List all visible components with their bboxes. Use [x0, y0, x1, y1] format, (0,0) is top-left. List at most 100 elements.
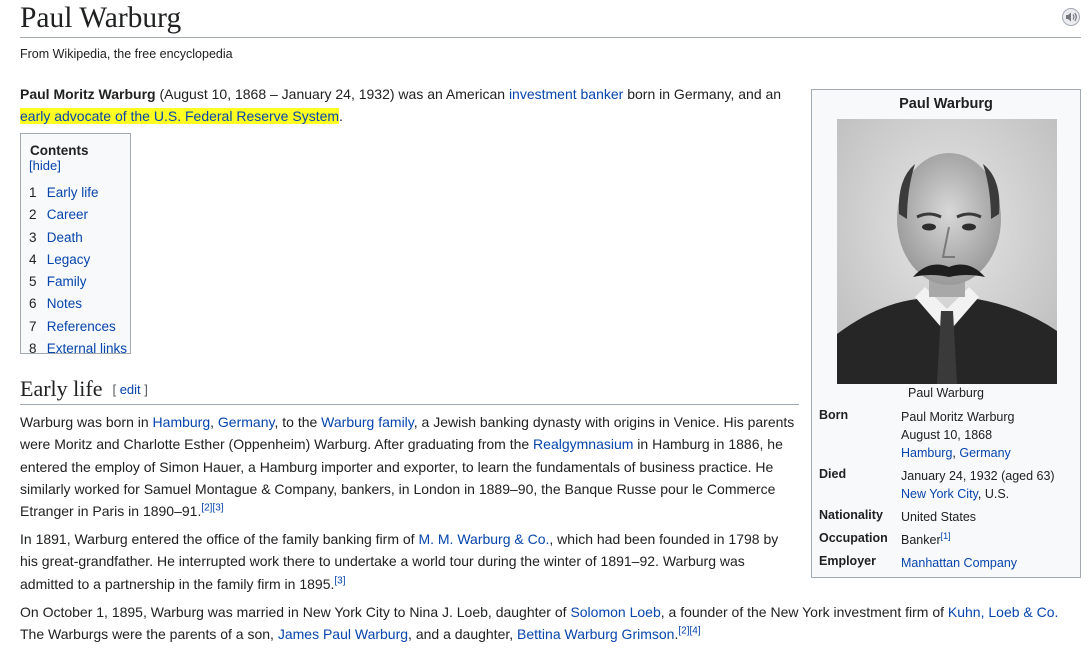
edit-bracket: [: [112, 382, 120, 397]
table-of-contents: Contents [hide] 1 Early life 2 Career 3 De…: [20, 133, 131, 356]
paragraph-early-life-2: In 1891, Warburg entered the office of t…: [20, 528, 810, 595]
infobox-value-employer: Manhattan Company: [901, 554, 1017, 572]
para-text: The Warburgs were the parents of a son,: [20, 626, 278, 643]
infobox-label-nationality: Nationality: [819, 508, 883, 522]
toc-item-number: 8: [29, 341, 37, 357]
link-manhattan-company[interactable]: Manhattan Company: [901, 556, 1017, 570]
citation-link[interactable]: [4]: [689, 626, 700, 637]
portrait-caption: Paul Warburg: [908, 386, 984, 400]
toc-hide-toggle[interactable]: [hide]: [29, 158, 61, 173]
section-edit-link[interactable]: edit: [120, 382, 141, 397]
link-james-paul-warburg[interactable]: James Paul Warburg: [278, 626, 408, 642]
toc-item-link[interactable]: Career: [47, 207, 88, 222]
lead-text: born in Germany, and an: [623, 86, 782, 102]
citation-link[interactable]: [1]: [941, 531, 951, 541]
born-date: August 10, 1868: [901, 428, 993, 442]
para-text: in Hamburg in 1886, he: [633, 436, 783, 453]
wikipedia-article-page: Paul Warburg From Wikipedia, the free en…: [0, 0, 1087, 661]
toc-item[interactable]: 2 Career: [29, 205, 122, 227]
para-text: On October 1, 1895, Warburg was married …: [20, 604, 571, 620]
toc-item[interactable]: 5 Family: [29, 272, 122, 294]
para-text: Warburg was born in: [20, 414, 153, 430]
infobox-value-died: January 24, 1932 (aged 63) New York City,…: [901, 467, 1055, 503]
toc-item[interactable]: 7 References: [29, 317, 122, 339]
para-text: his great-grandfather. He interrupted wo…: [20, 553, 745, 570]
infobox-label-occupation: Occupation: [819, 531, 888, 545]
para-text: , a founder of the New York investment f…: [660, 604, 948, 620]
toc-list: 1 Early life 2 Career 3 Death 4 Legacy 5 Fam…: [29, 183, 127, 361]
section-heading-early-life: Early life [ edit ]: [20, 375, 148, 404]
infobox-value-occupation: Banker[1]: [901, 531, 951, 549]
toc-item-link[interactable]: Notes: [47, 296, 82, 311]
died-place-rest: , U.S.: [977, 487, 1010, 501]
para-text: In 1891, Warburg entered the office of t…: [20, 531, 419, 547]
para-text: Etranger in Paris in 1890–91.: [20, 503, 202, 520]
link-bettina-warburg-grimson[interactable]: Bettina Warburg Grimson: [517, 626, 674, 642]
link-solomon-loeb[interactable]: Solomon Loeb: [570, 604, 660, 620]
toc-item-number: 3: [29, 229, 37, 245]
para-text: admitted to a partnership in the family …: [20, 575, 335, 592]
paragraph-early-life-1: Warburg was born in Hamburg, Germany, to…: [20, 411, 810, 522]
citation-link[interactable]: [3]: [212, 503, 223, 514]
toc-item-number: 4: [29, 251, 37, 267]
link-died-new-york-city[interactable]: New York City: [901, 487, 978, 501]
citation-link[interactable]: [2]: [678, 626, 689, 637]
infobox-value-born: Paul Moritz Warburg August 10, 1868 Hambur…: [901, 408, 1014, 462]
born-name: Paul Moritz Warburg: [901, 410, 1015, 424]
para-text: , which had been founded in 1798 by: [549, 531, 779, 547]
page-title: Paul Warburg: [20, 2, 182, 34]
lead-text: (August 10, 1868 – January 24, 1932) was…: [155, 86, 509, 102]
portrait-photo[interactable]: [837, 119, 1057, 384]
toc-item-number: 2: [29, 207, 37, 223]
edit-bracket: ]: [140, 382, 148, 397]
died-date: January 24, 1932 (aged 63): [901, 469, 1055, 483]
link-born-germany[interactable]: Germany: [959, 446, 1010, 460]
link-born-hamburg[interactable]: Hamburg: [901, 446, 952, 460]
link-mm-warburg-co[interactable]: M. M. Warburg & Co.: [418, 531, 549, 547]
lead-subject-name: Paul Moritz Warburg: [20, 86, 156, 102]
toc-item-link[interactable]: Early life: [47, 185, 99, 200]
para-text: , a Jewish banking dynasty with origins …: [413, 414, 795, 430]
portrait-illustration: [837, 119, 1057, 384]
toc-item-number: 7: [29, 318, 37, 334]
toc-item[interactable]: 4 Legacy: [29, 250, 122, 272]
toc-item-link[interactable]: References: [47, 319, 116, 334]
toc-item[interactable]: 3 Death: [29, 228, 122, 250]
paragraph-early-life-3: On October 1, 1895, Warburg was married …: [20, 601, 1082, 646]
link-hamburg[interactable]: Hamburg: [153, 414, 211, 430]
citation-link[interactable]: [3]: [334, 575, 345, 586]
toc-item[interactable]: 6 Notes: [29, 294, 122, 316]
link-early-advocate-federal-reserve[interactable]: early advocate of the U.S. Federal Reser…: [20, 108, 340, 124]
toc-item[interactable]: 8 External links: [29, 339, 127, 361]
link-realgymnasium[interactable]: Realgymnasium: [533, 436, 633, 452]
toc-item[interactable]: 1 Early life: [29, 183, 122, 205]
toc-item-link[interactable]: Legacy: [47, 252, 91, 267]
toc-item-number: 1: [29, 185, 37, 200]
lead-text: .: [339, 108, 343, 124]
link-investment-banker[interactable]: investment banker: [509, 86, 623, 102]
toc-item-link[interactable]: External links: [47, 341, 127, 356]
toc-item-link[interactable]: Family: [47, 274, 87, 289]
toc-item-number: 6: [29, 296, 37, 312]
infobox-title: Paul Warburg: [899, 96, 993, 112]
infobox-label-employer: Employer: [819, 554, 876, 568]
lead-paragraph: Paul Moritz Warburg (August 10, 1868 – J…: [20, 83, 790, 127]
section-edit-wrapper: [ edit ]: [112, 382, 147, 397]
toc-item-number: 5: [29, 274, 37, 290]
toc-title: Contents: [30, 143, 89, 158]
speaker-audio-icon[interactable]: [1061, 8, 1081, 26]
section-divider: [20, 404, 799, 405]
link-germany[interactable]: Germany: [218, 414, 275, 430]
citation-link[interactable]: [2]: [201, 503, 212, 514]
infobox: Paul Warburg Paul Warburg Born Paul Mori…: [811, 89, 1081, 578]
para-text: similarly worked for Samuel Montague & C…: [20, 480, 776, 497]
infobox-label-died: Died: [819, 467, 847, 481]
link-warburg-family[interactable]: Warburg family: [321, 414, 414, 430]
para-text: ,: [210, 414, 218, 430]
para-text: , to the: [274, 414, 322, 430]
link-kuhn-loeb-co[interactable]: Kuhn, Loeb & Co.: [948, 604, 1059, 620]
section-title: Early life: [20, 376, 103, 401]
title-divider: [20, 37, 1081, 38]
site-tagline: From Wikipedia, the free encyclopedia: [20, 47, 233, 61]
toc-item-link[interactable]: Death: [47, 230, 83, 245]
